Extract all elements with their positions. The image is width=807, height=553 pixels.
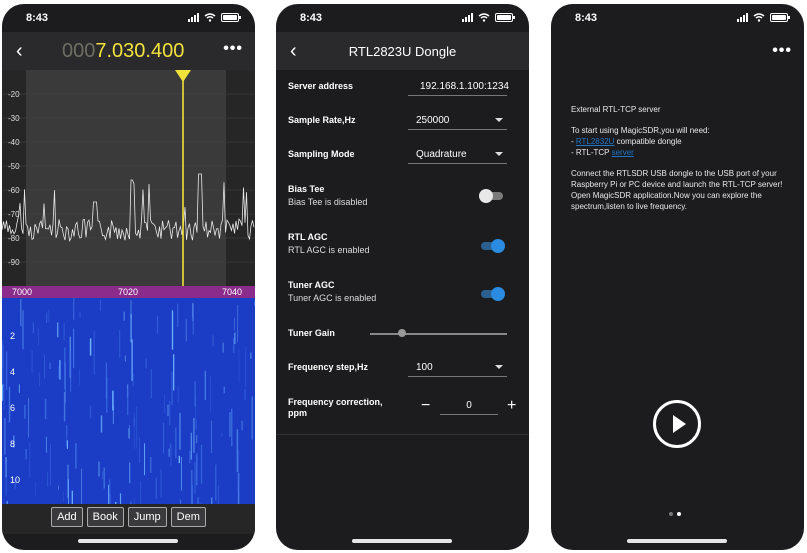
waterfall-time-label: 10 [10, 475, 21, 485]
phone-screen-spectrum: 8:43 ‹ 0007.030.400 ••• -20 -30 -40 -50 -60 -… [2, 4, 255, 550]
server-link[interactable]: server [612, 148, 634, 157]
status-bar: 8:43 [2, 4, 255, 32]
info-heading: External RTL-TCP server [571, 105, 661, 114]
bias-tee-toggle[interactable] [479, 189, 503, 203]
slider-thumb[interactable] [398, 329, 406, 337]
db-tick-label: -40 [8, 138, 20, 147]
home-indicator[interactable] [627, 539, 727, 543]
page-title: RTL2823U Dongle [348, 44, 457, 59]
page-indicator[interactable] [669, 512, 681, 516]
increment-button[interactable]: + [507, 397, 516, 415]
settings-header: ‹ RTL2823U Dongle [276, 32, 529, 70]
play-icon[interactable] [653, 400, 701, 448]
home-indicator[interactable] [78, 539, 178, 543]
cellular-signal-icon [737, 13, 748, 22]
wifi-icon [204, 13, 216, 22]
page-dot[interactable] [669, 512, 673, 516]
dropdown-caret-icon [495, 152, 503, 156]
waterfall-time-label: 2 [10, 331, 16, 341]
freq-tick-label: 7000 [12, 287, 33, 297]
phone-screen-settings: 8:43 ‹ RTL2823U Dongle Server address 19… [276, 4, 529, 550]
status-bar: 8:43 [551, 4, 804, 32]
spectrum-plot[interactable]: -20-30-40-50-60-70-80-90 [2, 70, 255, 286]
sample-rate-select[interactable]: 250000 [408, 115, 507, 130]
db-tick-label: -80 [8, 234, 20, 243]
tuner-agc-toggle[interactable] [481, 287, 505, 301]
phone-screen-info: 8:43 ••• External RTL-TCP server To star… [551, 4, 804, 550]
demodulation-button[interactable]: Dem [170, 507, 206, 527]
waterfall-time-label: 8 [10, 439, 16, 449]
add-button[interactable]: Add [51, 507, 83, 527]
more-menu-icon[interactable]: ••• [772, 42, 792, 60]
divider [276, 434, 529, 435]
db-tick-label: -90 [8, 258, 20, 267]
wifi-icon [753, 13, 765, 22]
instructions-paragraph: Connect the RTLSDR USB dongle to the USB… [571, 169, 783, 211]
frequency-step-select[interactable]: 100 [408, 362, 507, 377]
wifi-icon [478, 13, 490, 22]
spectrum-header: ‹ 0007.030.400 ••• [2, 32, 255, 70]
waterfall-time-label: 6 [10, 403, 16, 413]
cellular-signal-icon [462, 13, 473, 22]
requirement-item: - RTL-TCP server [571, 148, 634, 157]
freq-tick-label: 7020 [118, 287, 139, 297]
sampling-mode-select[interactable]: Quadrature [408, 149, 507, 164]
requirements-intro: To start using MagicSDR,you will need: [571, 126, 710, 135]
waterfall-time-label: 4 [10, 367, 16, 377]
tuner-gain-slider[interactable] [370, 329, 507, 337]
status-time: 8:43 [575, 12, 598, 24]
freq-tick-label: 7040 [222, 287, 243, 297]
info-text: External RTL-TCP server To start using M… [571, 104, 788, 222]
battery-icon [221, 13, 241, 22]
spectrum-toolbar: Add Book Jump Dem [2, 504, 255, 534]
battery-icon [495, 13, 515, 22]
rtl2832u-link[interactable]: RTL2832U [576, 137, 615, 146]
db-tick-label: -20 [8, 90, 20, 99]
frequency-correction-input[interactable]: 0 [440, 400, 498, 415]
db-tick-label: -60 [8, 186, 20, 195]
jump-button[interactable]: Jump [127, 507, 167, 527]
spectrum-passband [26, 70, 226, 286]
decrement-button[interactable]: − [421, 397, 430, 415]
cellular-signal-icon [188, 13, 199, 22]
page-dot-active[interactable] [677, 512, 681, 516]
db-tick-label: -50 [8, 162, 20, 171]
back-chevron-icon[interactable]: ‹ [16, 41, 36, 61]
db-tick-label: -30 [8, 114, 20, 123]
status-time: 8:43 [300, 12, 323, 24]
dropdown-caret-icon [495, 365, 503, 369]
book-button[interactable]: Book [86, 507, 124, 527]
home-indicator[interactable] [352, 539, 452, 543]
more-menu-icon[interactable]: ••• [223, 40, 243, 58]
rtl-agc-toggle[interactable] [481, 239, 505, 253]
tuned-frequency[interactable]: 0007.030.400 [62, 40, 184, 63]
status-bar: 8:43 [276, 4, 529, 32]
battery-icon [770, 13, 790, 22]
requirement-item: - RTL2832U compatible dongle [571, 137, 682, 146]
dropdown-caret-icon [495, 118, 503, 122]
server-address-input[interactable]: 192.168.1.100:1234 [408, 81, 509, 96]
status-time: 8:43 [26, 12, 49, 24]
frequency-scale: 7000 7020 7040 [2, 286, 255, 298]
waterfall-display[interactable] [2, 298, 255, 504]
